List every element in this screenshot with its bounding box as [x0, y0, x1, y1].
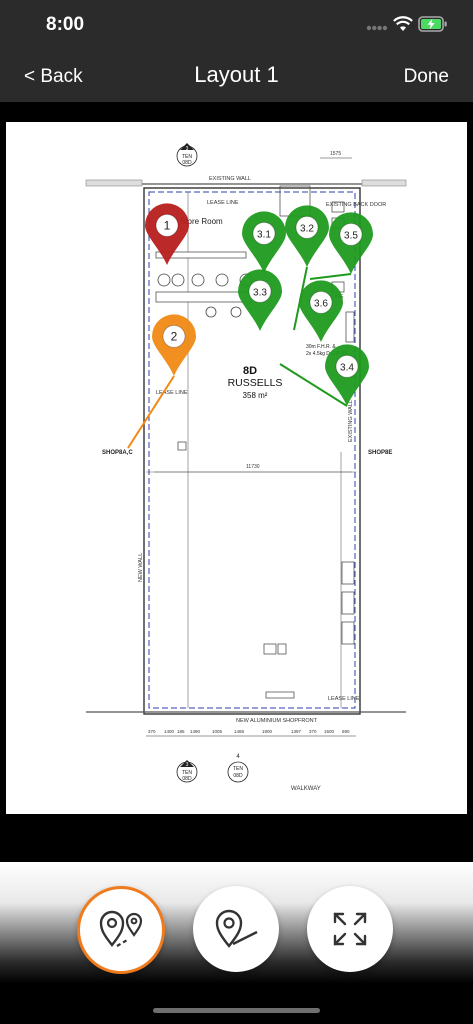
map-pin-3-3[interactable]: 3.3	[238, 269, 282, 331]
wifi-icon	[393, 16, 413, 31]
pin-leader-icon	[215, 909, 258, 948]
navigation-bar: < Back Layout 1 Done	[0, 52, 473, 102]
pin-leader-line	[127, 375, 175, 449]
pin-label: 3.6	[314, 298, 328, 309]
expand-icon	[333, 912, 367, 946]
map-pin-3-1[interactable]: 3.1	[242, 211, 286, 273]
map-pin-3-6[interactable]: 3.6	[299, 280, 343, 342]
floor-plan-sheet[interactable]: EXISTING WALL LEASE LINE LEASE LINE LEAS…	[6, 122, 467, 814]
battery-charging-icon	[418, 16, 447, 32]
pin-link-button[interactable]	[77, 886, 165, 974]
map-pin-3-4[interactable]: 3.4	[279, 344, 369, 407]
pin-label: 3.4	[340, 362, 354, 373]
pins-layer: 1 2 3.1 3.2 3.5 3.3 3.6 3.4	[127, 203, 373, 449]
pins-link-icon	[99, 910, 143, 947]
status-time: 8:00	[46, 14, 85, 35]
pin-label: 2	[171, 329, 178, 343]
pin-label: 3.1	[257, 229, 271, 240]
layout-canvas[interactable]: EXISTING WALL LEASE LINE LEASE LINE LEAS…	[0, 102, 473, 862]
pin-label: 3.3	[253, 287, 267, 298]
pin-label: 3.2	[300, 223, 314, 234]
home-indicator[interactable]	[153, 1008, 320, 1013]
pin-with-leader-button[interactable]	[193, 886, 279, 972]
page-title: Layout 1	[194, 62, 279, 87]
signal-dots-icon	[366, 25, 388, 31]
map-pin-1[interactable]: 1	[145, 203, 189, 265]
status-bar: 8:00	[0, 0, 473, 52]
done-button[interactable]: Done	[404, 66, 449, 88]
pin-label: 3.5	[344, 230, 358, 241]
bottom-toolbar	[0, 862, 473, 1024]
fit-to-screen-button[interactable]	[307, 886, 393, 972]
map-pin-2[interactable]: 2	[127, 314, 196, 449]
pin-label: 1	[164, 218, 171, 232]
pin-leader-line	[309, 273, 352, 280]
